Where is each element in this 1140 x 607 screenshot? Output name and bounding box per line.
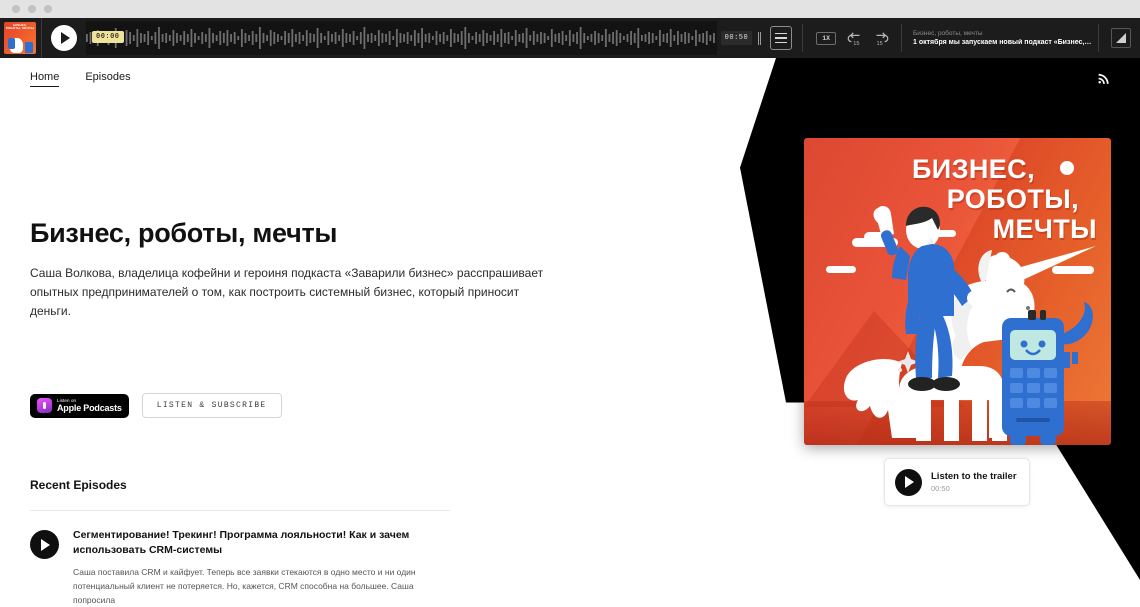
svg-text:15: 15 bbox=[853, 40, 859, 45]
page-title: Бизнес, роботы, мечты bbox=[30, 218, 338, 248]
episode-description: Саша поставила CRM и кайфует. Теперь все… bbox=[73, 567, 416, 605]
browser-chrome bbox=[0, 0, 1140, 18]
podcast-cover-art[interactable]: БИЗНЕС, РОБОТЫ, МЕЧТЫ bbox=[804, 138, 1111, 445]
trailer-card[interactable]: Listen to the trailer 00:50 bbox=[884, 458, 1030, 506]
player-cover-robot-shape bbox=[25, 42, 33, 53]
recent-episodes-section: Recent Episodes Сегментирование! Трекинг… bbox=[30, 478, 450, 607]
list-item[interactable]: Сегментирование! Трекинг! Программа лоял… bbox=[30, 528, 450, 607]
player-duration: 00:50 bbox=[720, 31, 753, 45]
player-divider-3 bbox=[901, 24, 902, 52]
expand-icon[interactable] bbox=[1111, 28, 1131, 48]
waveform-graphic bbox=[86, 27, 715, 49]
window-maximize-dot[interactable] bbox=[44, 5, 52, 13]
recent-episodes-heading: Recent Episodes bbox=[30, 478, 127, 492]
window-minimize-dot[interactable] bbox=[28, 5, 36, 13]
trailer-play-button[interactable] bbox=[895, 468, 922, 496]
cover-illustration bbox=[843, 206, 1096, 445]
hero-section: Бизнес, роботы, мечты Саша Волкова, влад… bbox=[30, 218, 550, 321]
svg-text:15: 15 bbox=[877, 40, 883, 45]
player-now-playing: Бизнес, роботы, мечты 1 октября мы запус… bbox=[913, 30, 1098, 46]
player-divider-2 bbox=[802, 24, 804, 52]
main-navigation: Home Episodes bbox=[30, 71, 131, 87]
trailer-label: Listen to the trailer bbox=[931, 471, 1017, 482]
volume-icon[interactable] bbox=[758, 31, 763, 45]
episode-title[interactable]: Сегментирование! Трекинг! Программа лоял… bbox=[73, 528, 450, 558]
audio-player-bar: БИЗНЕС, РОБОТЫ, МЕЧТЫ 00:00 00:50 1X 15 … bbox=[0, 18, 1140, 58]
apple-podcasts-badge[interactable]: Listen on Apple Podcasts bbox=[30, 393, 129, 418]
skip-forward-15-icon[interactable]: 15 bbox=[874, 31, 889, 46]
hero-description: Саша Волкова, владелица кофейни и героин… bbox=[30, 266, 544, 318]
player-current-time: 00:00 bbox=[92, 31, 124, 43]
player-cover-mini-title: БИЗНЕС, РОБОТЫ, МЕЧТЫ bbox=[6, 23, 34, 31]
player-play-button[interactable] bbox=[51, 25, 77, 51]
episode-play-button[interactable] bbox=[30, 530, 59, 559]
nav-item-home[interactable]: Home bbox=[30, 71, 60, 87]
player-cover-thumbnail[interactable]: БИЗНЕС, РОБОТЫ, МЕЧТЫ bbox=[4, 22, 36, 54]
playback-speed-button[interactable]: 1X bbox=[816, 31, 836, 45]
apple-podcasts-icon bbox=[37, 398, 52, 413]
player-cover-man-shape bbox=[8, 38, 15, 49]
player-divider-4 bbox=[1098, 24, 1099, 52]
page-content: Home Episodes Бизнес, роботы, мечты Саша… bbox=[0, 58, 1140, 605]
cta-button-group: Listen on Apple Podcasts LISTEN & SUBSCR… bbox=[30, 393, 282, 418]
player-divider-1 bbox=[41, 18, 42, 58]
player-episode-title: 1 октября мы запускаем новый подкаст «Би… bbox=[913, 39, 1092, 46]
section-divider bbox=[30, 510, 450, 511]
apple-badge-large-label: Apple Podcasts bbox=[57, 403, 122, 413]
nav-item-episodes[interactable]: Episodes bbox=[85, 71, 130, 87]
player-show-name: Бизнес, роботы, мечты bbox=[913, 30, 983, 37]
listen-and-subscribe-button[interactable]: LISTEN & SUBSCRIBE bbox=[141, 393, 282, 418]
window-close-dot[interactable] bbox=[12, 5, 20, 13]
rss-icon[interactable] bbox=[1097, 72, 1110, 90]
player-waveform-scrubber[interactable]: 00:00 bbox=[86, 21, 717, 55]
skip-back-15-icon[interactable]: 15 bbox=[847, 31, 862, 46]
playlist-menu-icon[interactable] bbox=[770, 26, 793, 50]
trailer-duration: 00:50 bbox=[931, 484, 950, 493]
